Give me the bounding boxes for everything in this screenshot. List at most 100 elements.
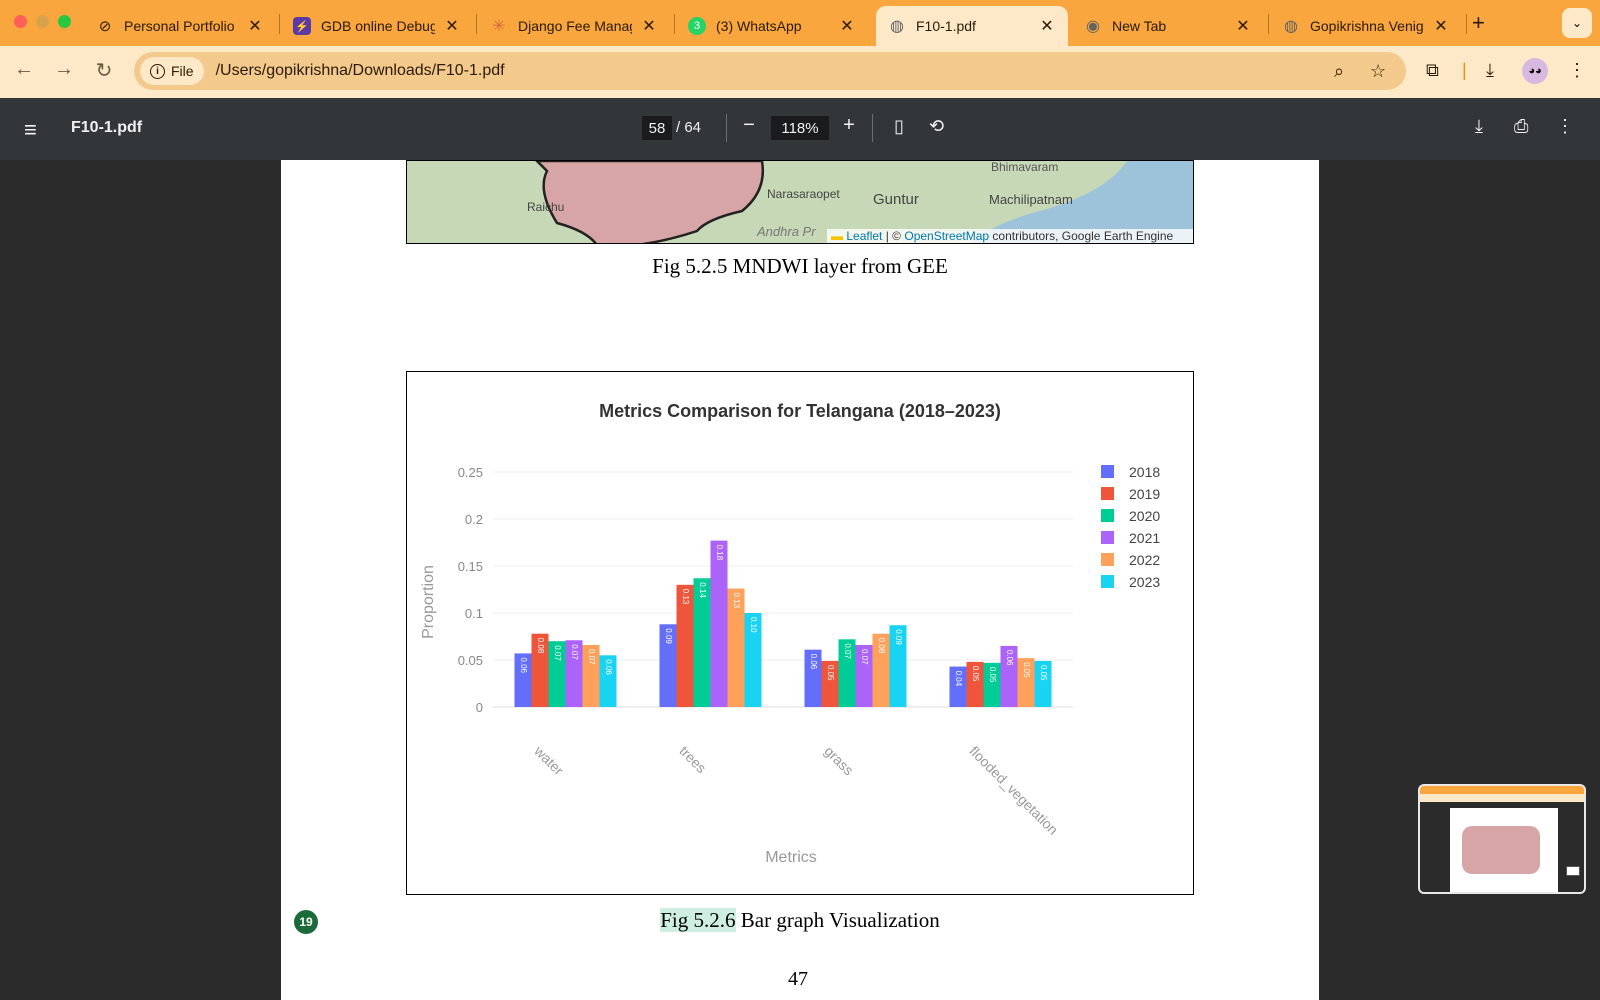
chip-label: File — [171, 63, 194, 79]
zoom-window-button[interactable] — [58, 15, 71, 28]
bar-value-label: 0.06 — [604, 659, 613, 675]
x-tick-label: flooded_vegetation — [966, 743, 1061, 838]
toolbar-divider — [726, 114, 727, 142]
page-number: 47 — [788, 968, 808, 990]
tab-title: Gopikrishna Venig — [1310, 18, 1424, 34]
print-icon[interactable]: ⎙ — [1514, 116, 1528, 137]
y-tick-label: 0.05 — [458, 653, 483, 668]
legend-label: 2023 — [1129, 574, 1160, 590]
close-tab-icon[interactable]: ✕ — [246, 16, 264, 36]
fit-page-icon[interactable]: ▯ — [894, 116, 904, 137]
x-tick-label: grass — [821, 743, 857, 779]
attribution-text: contributors, Google Earth Engine — [992, 229, 1174, 243]
pdf-toolbar: ≡ F10-1.pdf 58 / 64 − 118% + ▯ ⟲ ⤓ ⎙ ⋮ — [0, 98, 1600, 160]
osm-link[interactable]: OpenStreetMap — [904, 229, 989, 243]
close-tab-icon[interactable]: ✕ — [1432, 16, 1450, 36]
page-number-input[interactable]: 58 — [642, 116, 672, 140]
zoom-in-button[interactable]: + — [837, 114, 861, 137]
map-label-city4: Machilipatnam — [989, 192, 1073, 207]
minimize-window-button[interactable] — [36, 15, 49, 28]
leaflet-link[interactable]: Leaflet — [846, 229, 882, 243]
close-tab-icon[interactable]: ✕ — [838, 16, 856, 36]
legend-label: 2020 — [1129, 508, 1160, 524]
arrow-right-icon: → — [54, 58, 74, 80]
address-bar[interactable]: i File /Users/gopikrishna/Downloads/F10-… — [134, 52, 1406, 90]
annotation-badge[interactable]: 19 — [294, 910, 318, 934]
bar-value-label: 0.07 — [587, 649, 596, 665]
legend-swatch — [1101, 487, 1114, 500]
chart-x-ticks: water trees grass flooded_vegetation — [531, 742, 1062, 838]
legend-label: 2019 — [1129, 486, 1160, 502]
ukraine-flag-icon: ▬ — [831, 229, 843, 243]
close-tab-icon[interactable]: ✕ — [1038, 16, 1056, 36]
bar-value-label: 0.07 — [860, 649, 869, 665]
tab-whatsapp[interactable]: 3 (3) WhatsApp ✕ — [676, 6, 868, 46]
pdf-download-icon[interactable]: ⤓ — [1475, 116, 1483, 137]
legend-swatch — [1101, 553, 1114, 566]
new-tab-button[interactable]: + — [1472, 10, 1485, 36]
tab-title: New Tab — [1112, 18, 1167, 34]
bar-value-label: 0.08 — [536, 638, 545, 654]
url-text[interactable]: /Users/gopikrishna/Downloads/F10-1.pdf — [216, 62, 505, 80]
pdf-more-icon[interactable]: ⋮ — [1556, 116, 1574, 137]
bar-value-label: 0.06 — [1005, 650, 1014, 666]
tab-title: F10-1.pdf — [916, 18, 976, 34]
map-label-city1: Bhimavaram — [991, 161, 1058, 174]
download-icon[interactable]: ⤓ — [1486, 60, 1494, 81]
bar-chart: Metrics Comparison for Telangana (2018–2… — [406, 371, 1194, 895]
bar-value-label: 0.10 — [749, 617, 758, 633]
screenshot-thumbnail[interactable] — [1418, 784, 1586, 894]
y-tick-label: 0 — [476, 700, 483, 715]
tab-django[interactable]: ✳ Django Fee Manag ✕ — [478, 6, 670, 46]
tab-portfolio[interactable]: ⊘ Personal Portfolio V ✕ — [84, 6, 276, 46]
bar-value-label: 0.09 — [894, 629, 903, 645]
hamburger-menu-icon[interactable]: ≡ — [24, 117, 37, 143]
legend-swatch — [1101, 509, 1114, 522]
close-tab-icon[interactable]: ✕ — [640, 16, 658, 36]
whatsapp-icon: 3 — [688, 17, 706, 35]
legend-swatch — [1101, 575, 1114, 588]
bar-value-label: 0.14 — [698, 582, 707, 598]
rotate-icon[interactable]: ⟲ — [929, 116, 944, 137]
thumb-tabstrip — [1420, 786, 1584, 794]
close-window-button[interactable] — [14, 15, 27, 28]
bookmark-star-icon[interactable]: ☆ — [1370, 61, 1386, 82]
tab-new[interactable]: ◉ New Tab ✕ — [1072, 6, 1264, 46]
legend-swatch — [1101, 531, 1114, 544]
tab-title: (3) WhatsApp — [716, 18, 802, 34]
site-info-chip[interactable]: i File — [140, 57, 204, 85]
tab-divider — [476, 14, 477, 34]
globe-icon: ◍ — [890, 18, 904, 35]
pdf-page: Bhimavaram Narasaraopet Guntur Machilipa… — [281, 160, 1319, 1000]
forward-button[interactable]: → — [50, 58, 78, 81]
bar-value-label: 0.05 — [988, 667, 997, 683]
thumb-icon — [1566, 866, 1580, 876]
reload-button[interactable]: ↻ — [90, 58, 118, 83]
zoom-input[interactable]: 118% — [771, 116, 829, 140]
bar-value-label: 0.06 — [809, 654, 818, 670]
back-button[interactable]: ← — [10, 58, 38, 81]
bar-value-label: 0.07 — [843, 643, 852, 659]
bar-value-label: 0.05 — [1039, 665, 1048, 681]
close-tab-icon[interactable]: ✕ — [443, 16, 461, 36]
close-tab-icon[interactable]: ✕ — [1234, 16, 1252, 36]
bar-value-label: 0.13 — [732, 593, 741, 609]
info-icon: i — [150, 63, 165, 79]
tab-divider — [1268, 14, 1269, 34]
kebab-menu-icon[interactable]: ⋮ — [1568, 60, 1586, 81]
bar-trees-2021 — [710, 540, 728, 707]
zoom-icon[interactable]: ⌕ — [1334, 61, 1344, 82]
tab-gdb[interactable]: ⚡ GDB online Debugg ✕ — [281, 6, 473, 46]
y-tick-label: 0.15 — [458, 559, 483, 574]
zoom-out-button[interactable]: − — [737, 114, 761, 137]
thumb-map — [1462, 826, 1540, 874]
tab-gopikrishna[interactable]: ◍ Gopikrishna Venig ✕ — [1270, 6, 1462, 46]
globe-icon: ◍ — [1284, 18, 1298, 35]
tab-search-button[interactable]: ⌄ — [1562, 8, 1592, 38]
profile-avatar[interactable]: ◕◕ — [1522, 58, 1548, 84]
tab-pdf[interactable]: ◍ F10-1.pdf ✕ — [876, 6, 1068, 46]
page-total: / 64 — [676, 119, 702, 136]
tab-divider — [1466, 14, 1467, 34]
extensions-icon[interactable]: ⧉ — [1426, 60, 1439, 81]
thumb-toolbar — [1420, 794, 1584, 802]
